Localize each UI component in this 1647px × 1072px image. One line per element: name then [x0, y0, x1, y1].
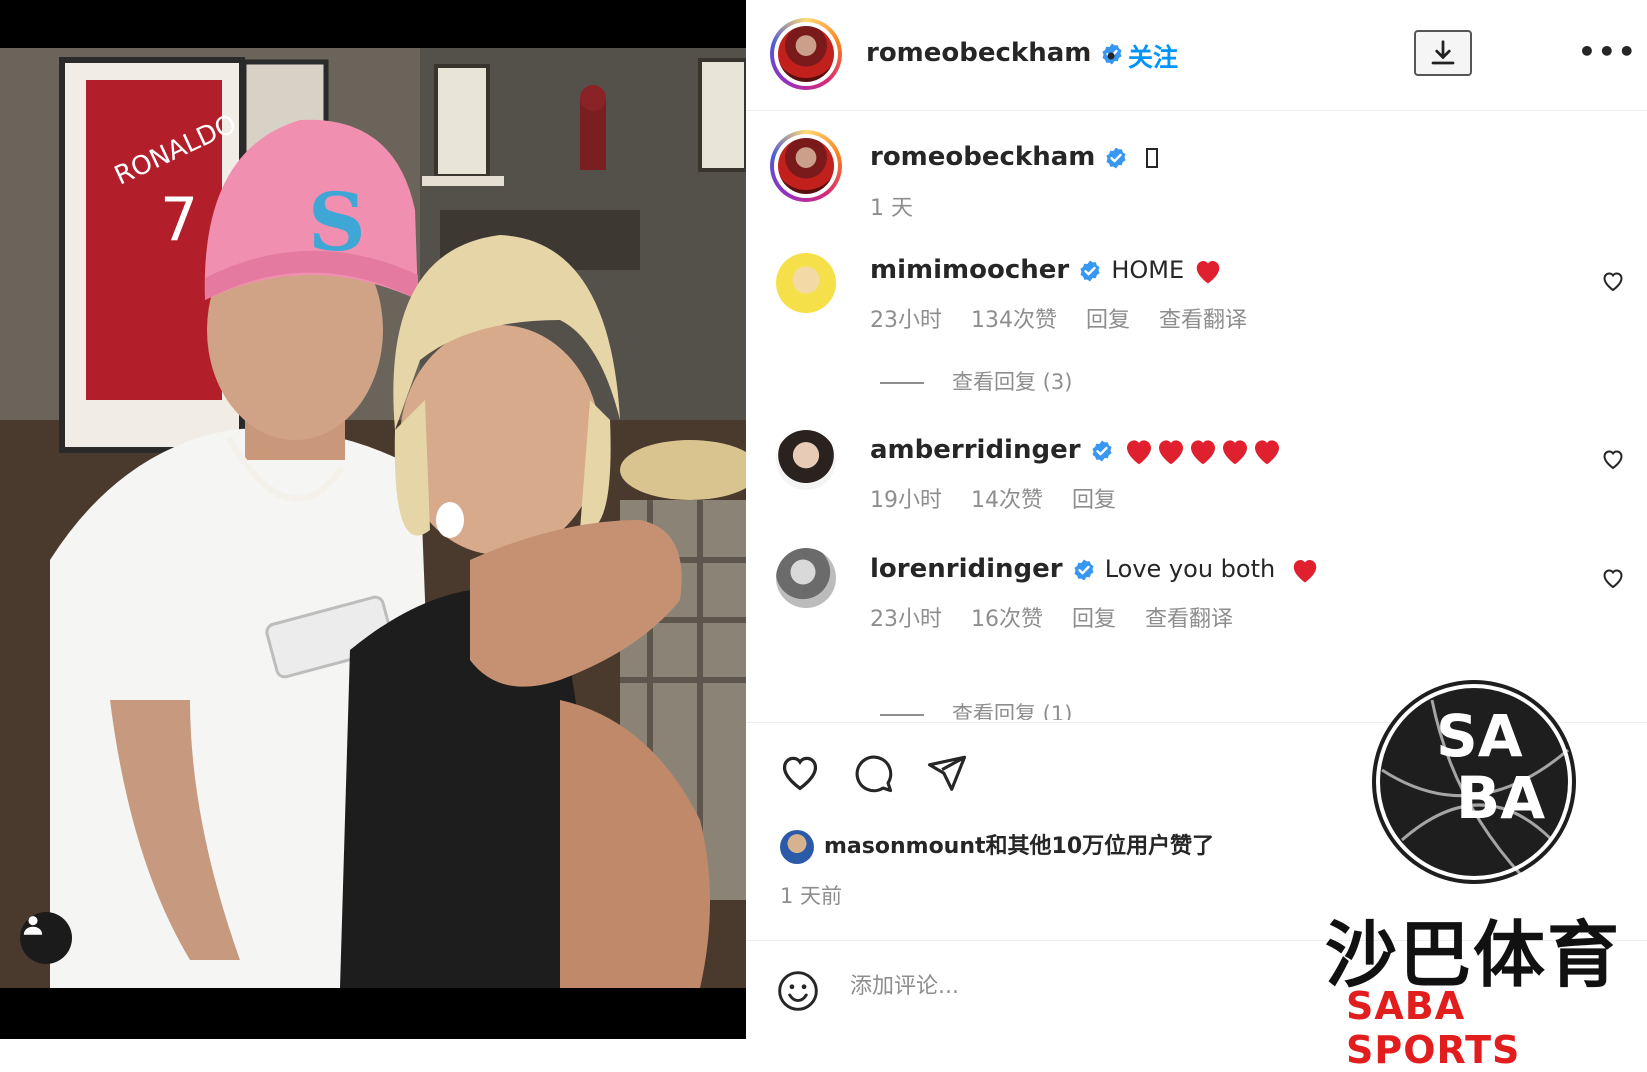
view-replies-button[interactable]: 查看回复 (1) [880, 698, 1072, 720]
emoji-icon[interactable] [776, 969, 820, 1013]
comment-username[interactable]: mimimoocher [870, 255, 1069, 285]
commenter-avatar[interactable] [776, 548, 836, 608]
red-heart-emoji [1294, 559, 1317, 582]
comment-meta: 23小时 16次赞 回复 查看翻译 [870, 601, 1255, 633]
caption-time: 1 天 [870, 196, 913, 221]
comment-meta: 19小时 14次赞 回复 [870, 482, 1138, 514]
comment-input[interactable] [848, 973, 1272, 1000]
commenter-avatar[interactable] [776, 430, 836, 490]
separator-dot: • [1104, 43, 1119, 71]
logo-line1: SA [1436, 702, 1523, 770]
comment-icon[interactable] [852, 752, 894, 794]
reply-button[interactable]: 回复 [1072, 488, 1116, 513]
comment-row: amberridinger [870, 435, 1283, 466]
share-icon[interactable] [926, 752, 968, 794]
reply-button[interactable]: 回复 [1086, 308, 1130, 333]
saba-logo-emblem: SA BA [1372, 680, 1576, 884]
download-button[interactable] [1414, 30, 1472, 76]
comment-row: lorenridinger Love you both [870, 554, 1320, 584]
translate-button[interactable]: 查看翻译 [1145, 607, 1233, 632]
watermark-brand-en: SABA SPORTS [1346, 984, 1521, 1072]
view-replies-button[interactable]: 查看回复 (3) [880, 366, 1072, 396]
logo-line2: BA [1456, 764, 1546, 832]
red-hearts-emoji [1123, 435, 1283, 465]
comment-likes[interactable]: 16次赞 [971, 607, 1043, 632]
comment-username[interactable]: lorenridinger [870, 554, 1063, 584]
post-time: 1 天前 [780, 884, 843, 908]
comment-row: mimimoocher HOME [870, 255, 1223, 285]
like-icon[interactable] [778, 752, 822, 792]
verified-badge-icon [1080, 260, 1100, 281]
post-header: romeobeckham • 关注 ••• [746, 0, 1647, 111]
comment-meta: 23小时 134次赞 回复 查看翻译 [870, 302, 1269, 334]
red-heart-emoji [1196, 260, 1220, 283]
comment-like-icon[interactable] [1601, 448, 1625, 470]
caption-author[interactable]: romeobeckham [870, 142, 1158, 172]
download-icon [1431, 40, 1455, 65]
comment-likes[interactable]: 14次赞 [971, 488, 1043, 513]
verified-badge-icon [1092, 440, 1112, 461]
comment-time: 23小时 [870, 607, 942, 632]
author-avatar[interactable] [770, 18, 842, 90]
author-username[interactable]: romeobeckham [866, 38, 1124, 68]
more-options-icon[interactable]: ••• [1578, 35, 1638, 68]
caption-glyph [1145, 147, 1158, 168]
verified-badge-icon [1074, 559, 1094, 580]
comment-username[interactable]: amberridinger [870, 435, 1081, 465]
verified-badge-icon [1106, 147, 1126, 168]
user-tag-icon[interactable] [20, 912, 72, 964]
comment-likes[interactable]: 134次赞 [971, 308, 1057, 333]
comment-time: 19小时 [870, 488, 942, 513]
likes-summary[interactable]: masonmount和其他10万位用户赞了 [780, 828, 1214, 864]
comment-text: Love you both [1104, 555, 1276, 583]
reply-button[interactable]: 回复 [1072, 607, 1116, 632]
svg-text:7: 7 [160, 185, 198, 255]
photo-illustration: RONALDO 7 S [0, 0, 746, 1039]
comment-text: HOME [1111, 256, 1185, 284]
comment-time: 23小时 [870, 308, 942, 333]
svg-text:S: S [308, 175, 366, 269]
translate-button[interactable]: 查看翻译 [1159, 308, 1247, 333]
liker-avatar [780, 830, 814, 864]
post-photo[interactable]: RONALDO 7 S [0, 0, 746, 1039]
comments-list[interactable]: romeobeckham 1 天 mimimoocher HOME 23小时 1… [746, 110, 1647, 720]
commenter-avatar[interactable] [776, 253, 836, 313]
follow-button[interactable]: 关注 [1128, 38, 1178, 74]
caption-author-avatar[interactable] [770, 130, 842, 202]
comment-like-icon[interactable] [1601, 567, 1625, 589]
comment-like-icon[interactable] [1601, 270, 1625, 292]
